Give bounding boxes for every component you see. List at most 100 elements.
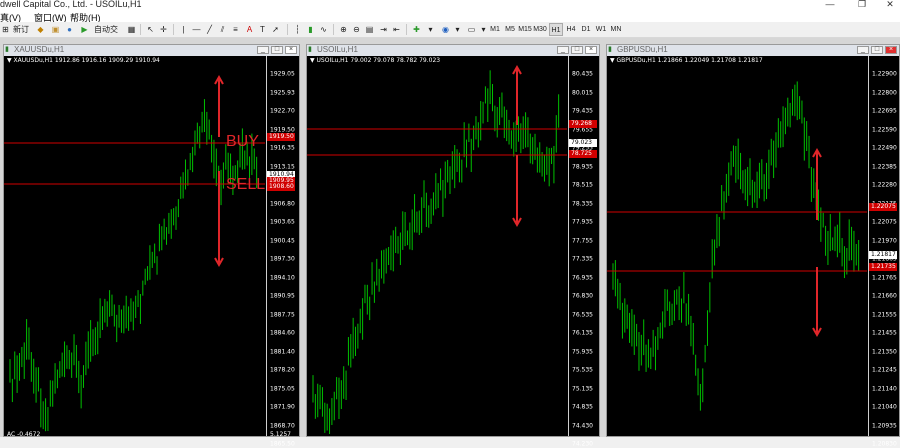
chart-window-xauusd[interactable]: ▮ XAUUSDu,H1 _ □ × ▼ XAUUSDu,H1 1912.86 … bbox=[3, 44, 301, 448]
price-tick-label: 1.21245 bbox=[872, 366, 897, 374]
maximize-button[interactable]: □ bbox=[571, 46, 583, 54]
price-tick-label: 78.515 bbox=[572, 181, 593, 189]
indicators-icon[interactable]: ✚ bbox=[411, 23, 422, 36]
price-tick-label: 80.435 bbox=[572, 70, 593, 78]
close-button[interactable]: × bbox=[885, 46, 897, 54]
price-tick-label: 1884.60 bbox=[270, 329, 295, 337]
timeframe-m30[interactable]: M30 bbox=[533, 23, 547, 36]
menu-bar: 真(V) 窗口(W) 帮助(H) bbox=[0, 12, 900, 23]
zoom-out-icon[interactable]: ⊖ bbox=[351, 23, 362, 36]
chart-template-icon[interactable]: ▦ bbox=[126, 23, 137, 36]
price-tick-label: 1875.05 bbox=[270, 385, 295, 392]
price-tick-label: 80.015 bbox=[572, 89, 593, 96]
timeframe-h4[interactable]: H4 bbox=[564, 23, 578, 36]
close-button[interactable]: × bbox=[585, 46, 597, 54]
price-tick-label: 1900.45 bbox=[270, 237, 295, 244]
fibonacci-icon[interactable]: ≡ bbox=[230, 23, 241, 36]
timeframe-mn[interactable]: MN bbox=[609, 23, 623, 36]
maximize-button[interactable]: □ bbox=[871, 46, 883, 54]
timeframe-m15[interactable]: M15 bbox=[518, 23, 532, 36]
zoom-in-icon[interactable]: ⊕ bbox=[338, 23, 349, 36]
price-tick-label: 1865.50 bbox=[270, 440, 295, 448]
price-tick-label: 1.22075 bbox=[872, 218, 897, 226]
candlestick-icon[interactable]: ▮ bbox=[305, 23, 316, 36]
toolbar-separator bbox=[406, 24, 407, 35]
trendline-icon[interactable]: ╱ bbox=[204, 23, 215, 36]
price-tick-label: 78.335 bbox=[572, 200, 593, 207]
price-tick-label: 74.430 bbox=[572, 422, 593, 429]
price-tick-label: 1925.93 bbox=[270, 89, 295, 96]
minimize-button[interactable]: _ bbox=[257, 46, 269, 54]
chevron-down-icon[interactable]: ▾ bbox=[452, 23, 463, 36]
arrow-down-icon bbox=[512, 155, 522, 228]
minimize-button[interactable]: _ bbox=[557, 46, 569, 54]
channel-icon[interactable]: ⫽ bbox=[217, 23, 228, 36]
price-tick-label: 1913.15 bbox=[270, 163, 295, 170]
globe-icon[interactable]: ● bbox=[64, 23, 75, 36]
chart-shift-icon[interactable]: ⇤ bbox=[391, 23, 402, 36]
price-tick-label: 75.535 bbox=[572, 366, 593, 374]
box-icon[interactable]: ▣ bbox=[50, 23, 61, 36]
chart-window-caption[interactable]: ▮ GBPUSDu,H1 _ □ × bbox=[607, 45, 899, 56]
chart-window-gbpusd[interactable]: ▮ GBPUSDu,H1 _ □ × ▼ GBPUSDu,H1 1.21866 … bbox=[606, 44, 900, 448]
price-tick-label: 1871.90 bbox=[270, 403, 295, 411]
bar-chart-icon[interactable]: ┆ bbox=[292, 23, 303, 36]
arrow-up-icon bbox=[214, 74, 224, 137]
close-button[interactable]: × bbox=[285, 46, 297, 54]
price-tick-label: 1887.75 bbox=[270, 311, 295, 318]
new-order-button[interactable]: 新订单 bbox=[10, 23, 32, 47]
price-chart[interactable] bbox=[4, 56, 265, 438]
label-icon[interactable]: T bbox=[257, 23, 268, 36]
price-tick-label: 1897.30 bbox=[270, 255, 295, 263]
price-axis[interactable]: 1.22900 1.22800 1.22695 1.22590 1.22490 1.223… bbox=[868, 56, 900, 448]
price-tick-label: 74.835 bbox=[572, 403, 593, 411]
chart-window-usoil[interactable]: ▮ USOILu,H1 _ □ × ▼ USOILu,H1 79.002 79.… bbox=[306, 44, 603, 448]
price-tick-label: 1.21660 bbox=[872, 292, 897, 300]
cursor-icon[interactable]: ↖ bbox=[145, 23, 156, 36]
chart-window-caption[interactable]: ▮ XAUUSDu,H1 _ □ × bbox=[4, 45, 299, 56]
chevron-down-icon[interactable]: ▾ bbox=[425, 23, 436, 36]
close-button[interactable]: ✕ bbox=[880, 0, 900, 10]
templates-icon[interactable]: ▭ bbox=[466, 23, 477, 36]
tile-windows-icon[interactable]: ▤ bbox=[364, 23, 375, 36]
chart-window-caption[interactable]: ▮ USOILu,H1 _ □ × bbox=[307, 45, 599, 56]
buy-annotation: BUY bbox=[226, 133, 259, 150]
maximize-button[interactable]: □ bbox=[271, 46, 283, 54]
timeframe-d1[interactable]: D1 bbox=[579, 23, 593, 36]
price-tick-label: 74.230 bbox=[572, 440, 593, 448]
pencil-icon[interactable]: ◆ bbox=[35, 23, 46, 36]
price-tick-label: 78.935 bbox=[572, 163, 593, 170]
level-price-label: 1.21735 bbox=[869, 263, 897, 271]
price-chart[interactable] bbox=[307, 56, 567, 438]
periods-icon[interactable]: ◉ bbox=[440, 23, 451, 36]
crosshair-icon[interactable]: ✛ bbox=[158, 23, 169, 36]
timeframe-m5[interactable]: M5 bbox=[503, 23, 517, 36]
price-tick-label: 1.21765 bbox=[872, 274, 897, 281]
minimize-button[interactable]: — bbox=[820, 0, 840, 9]
arrow-tool-icon[interactable]: ➚ bbox=[270, 23, 281, 36]
price-tick-label: 1.22490 bbox=[872, 144, 897, 152]
text-icon[interactable]: A bbox=[244, 23, 255, 36]
price-axis[interactable]: 1929.05 1925.93 1922.70 1919.50 1916.35 1913.… bbox=[266, 56, 301, 448]
chart-window-title: GBPUSDu,H1 bbox=[617, 45, 668, 54]
price-chart[interactable] bbox=[607, 56, 867, 438]
price-axis[interactable]: 80.435 80.015 79.435 79.655 79.255 78.935 78.5… bbox=[568, 56, 603, 448]
horizontal-line-icon[interactable]: — bbox=[191, 23, 202, 36]
timeframe-m1[interactable]: M1 bbox=[488, 23, 502, 36]
app-titlebar: dwell Capital Co., Ltd. - USOILu,H1 — ❐ … bbox=[0, 0, 900, 12]
price-tick-label: 77.755 bbox=[572, 237, 593, 244]
autoscroll-icon[interactable]: ⇥ bbox=[378, 23, 389, 36]
auto-trade-button[interactable]: 自动交易 bbox=[91, 23, 121, 47]
minimize-button[interactable]: _ bbox=[857, 46, 869, 54]
price-tick-label: 1.21140 bbox=[872, 385, 897, 392]
level-price-label: 79.268 bbox=[569, 120, 597, 128]
line-chart-icon[interactable]: ∿ bbox=[318, 23, 329, 36]
maximize-button[interactable]: ❐ bbox=[852, 0, 872, 10]
sell-annotation: SELL bbox=[226, 176, 266, 193]
timeframe-h1[interactable]: H1 bbox=[549, 23, 563, 36]
price-tick-label: 77.335 bbox=[572, 255, 593, 263]
app-title: dwell Capital Co., Ltd. - USOILu,H1 bbox=[0, 0, 142, 9]
vertical-line-icon[interactable]: | bbox=[178, 23, 189, 36]
timeframe-w1[interactable]: W1 bbox=[594, 23, 608, 36]
auto-trade-icon[interactable]: ▶ bbox=[79, 23, 90, 36]
